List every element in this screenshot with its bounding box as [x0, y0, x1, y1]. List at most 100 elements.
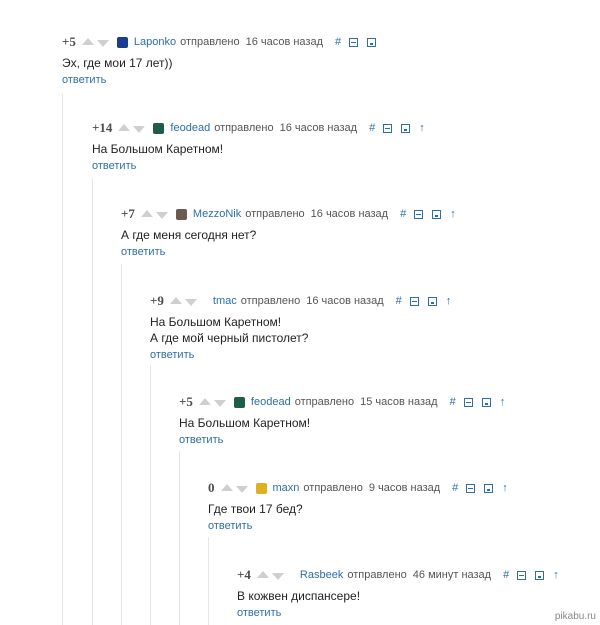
- collapse-icon[interactable]: [466, 483, 476, 493]
- downvote-icon[interactable]: [96, 39, 109, 47]
- parent-arrow-icon[interactable]: ↑: [419, 122, 425, 134]
- save-icon[interactable]: [432, 209, 442, 219]
- collapse-icon[interactable]: [383, 123, 393, 133]
- comment: +5 Laponko отправлено 16 часов назад # Эх, гд…: [62, 34, 385, 86]
- avatar[interactable]: [116, 36, 128, 48]
- save-icon[interactable]: [367, 37, 377, 47]
- comment-text: А где меня сегодня нет?: [121, 227, 464, 243]
- comment-rating: +7: [121, 206, 135, 221]
- permalink-icon[interactable]: #: [450, 396, 456, 408]
- downvote-icon[interactable]: [235, 485, 248, 493]
- comment-timestamp: 46 минут назад: [412, 569, 492, 581]
- save-icon[interactable]: [535, 570, 545, 580]
- comment-timestamp: 16 часов назад: [279, 122, 358, 134]
- posted-label: отправлено: [240, 295, 301, 307]
- watermark: pikabu.ru: [554, 611, 596, 622]
- comment-text-line: На Большом Каретном!: [92, 142, 224, 156]
- comment-rating: +5: [179, 394, 193, 409]
- upvote-icon[interactable]: [118, 123, 131, 131]
- posted-label: отправлено: [294, 396, 355, 408]
- downvote-icon[interactable]: [271, 572, 284, 580]
- downvote-icon[interactable]: [133, 125, 146, 133]
- parent-arrow-icon[interactable]: ↑: [450, 208, 456, 220]
- thread-line: [121, 264, 122, 625]
- comment-meta: +4 Rasbeek отправлено 46 минут назад # ↑: [237, 567, 567, 582]
- upvote-icon[interactable]: [256, 570, 269, 578]
- permalink-icon[interactable]: #: [452, 482, 458, 494]
- avatar[interactable]: [233, 396, 245, 408]
- parent-arrow-icon[interactable]: ↑: [553, 569, 559, 581]
- thread-line: [208, 537, 209, 625]
- comment-timestamp: 16 часов назад: [306, 295, 384, 307]
- upvote-icon[interactable]: [169, 296, 182, 304]
- permalink-icon[interactable]: #: [400, 208, 406, 220]
- reply-link[interactable]: ответить: [62, 74, 385, 86]
- comment-meta: +5 feodead отправлено 15 часов назад # ↑: [179, 394, 513, 409]
- reply-link[interactable]: ответить: [208, 520, 516, 532]
- comment-text-line: На Большом Каретном!: [179, 416, 311, 430]
- comment-rating: +9: [150, 293, 164, 308]
- permalink-icon[interactable]: #: [369, 122, 375, 134]
- thread-line: [150, 365, 151, 625]
- upvote-icon[interactable]: [220, 483, 233, 491]
- thread-line: [62, 94, 63, 625]
- avatar[interactable]: [153, 122, 165, 134]
- save-icon[interactable]: [484, 483, 494, 493]
- comment-text: На Большом Каретном!: [92, 141, 433, 157]
- downvote-icon[interactable]: [184, 298, 197, 306]
- comment-author-link[interactable]: Laponko: [134, 36, 176, 48]
- comment: +14 feodead отправлено 16 часов назад # ↑ На Б…: [92, 120, 433, 172]
- reply-link[interactable]: ответить: [121, 246, 464, 258]
- comment-rating: 0: [208, 480, 215, 495]
- comment-meta: +9 tmac отправлено 16 часов назад # ↑: [150, 293, 459, 308]
- comment-text: На Большом Каретном!: [179, 415, 513, 431]
- comment-rating: +4: [237, 567, 251, 582]
- collapse-icon[interactable]: [349, 37, 359, 47]
- save-icon[interactable]: [401, 123, 411, 133]
- permalink-icon[interactable]: #: [396, 295, 402, 307]
- upvote-icon[interactable]: [198, 397, 211, 405]
- comment: +5 feodead отправлено 15 часов назад # ↑ На Бо…: [179, 394, 513, 446]
- reply-link[interactable]: ответить: [92, 160, 433, 172]
- upvote-icon[interactable]: [140, 209, 153, 217]
- parent-arrow-icon[interactable]: ↑: [500, 396, 506, 408]
- comment-author-link[interactable]: feodead: [170, 122, 210, 134]
- comment-text: На Большом Каретном! А где мой черный пис…: [150, 314, 459, 346]
- comment-author-link[interactable]: MezzoNik: [193, 208, 241, 220]
- posted-label: отправлено: [347, 569, 407, 581]
- comment-timestamp: 15 часов назад: [360, 396, 438, 408]
- avatar[interactable]: [175, 208, 187, 220]
- comment-author-link[interactable]: maxn: [273, 482, 300, 494]
- comment-text-line: В кожвен диспансере!: [237, 589, 361, 603]
- save-icon[interactable]: [481, 397, 491, 407]
- comment-text-line: Где твои 17 бед?: [208, 502, 303, 516]
- collapse-icon[interactable]: [414, 209, 424, 219]
- upvote-icon[interactable]: [81, 37, 94, 45]
- collapse-icon[interactable]: [409, 296, 419, 306]
- comment: 0 maxn отправлено 9 часов назад # ↑ Где твои 1…: [208, 480, 516, 532]
- comment-meta: 0 maxn отправлено 9 часов назад # ↑: [208, 480, 516, 495]
- comment-meta: +7 MezzoNik отправлено 16 часов назад # ↑: [121, 206, 464, 221]
- comment-author-link[interactable]: feodead: [251, 396, 291, 408]
- reply-link[interactable]: ответить: [179, 434, 513, 446]
- comment-rating: +14: [92, 120, 113, 135]
- save-icon[interactable]: [427, 296, 437, 306]
- permalink-icon[interactable]: #: [335, 36, 341, 48]
- parent-arrow-icon[interactable]: ↑: [446, 295, 452, 307]
- downvote-icon[interactable]: [155, 211, 168, 219]
- reply-link[interactable]: ответить: [150, 349, 459, 361]
- reply-link[interactable]: ответить: [237, 607, 567, 619]
- downvote-icon[interactable]: [213, 399, 226, 407]
- collapse-icon[interactable]: [463, 397, 473, 407]
- comment-timestamp: 16 часов назад: [310, 208, 389, 220]
- permalink-icon[interactable]: #: [503, 569, 509, 581]
- comment-meta: +5 Laponko отправлено 16 часов назад #: [62, 34, 385, 49]
- comment-author-link[interactable]: tmac: [213, 295, 237, 307]
- comment: +7 MezzoNik отправлено 16 часов назад # ↑ А гд…: [121, 206, 464, 258]
- avatar[interactable]: [255, 482, 267, 494]
- parent-arrow-icon[interactable]: ↑: [502, 482, 508, 494]
- comment-author-link[interactable]: Rasbeek: [300, 569, 343, 581]
- comment-text-line: А где меня сегодня нет?: [121, 228, 257, 242]
- collapse-icon[interactable]: [517, 570, 527, 580]
- comment: +9 tmac отправлено 16 часов назад # ↑ На Больш…: [150, 293, 459, 361]
